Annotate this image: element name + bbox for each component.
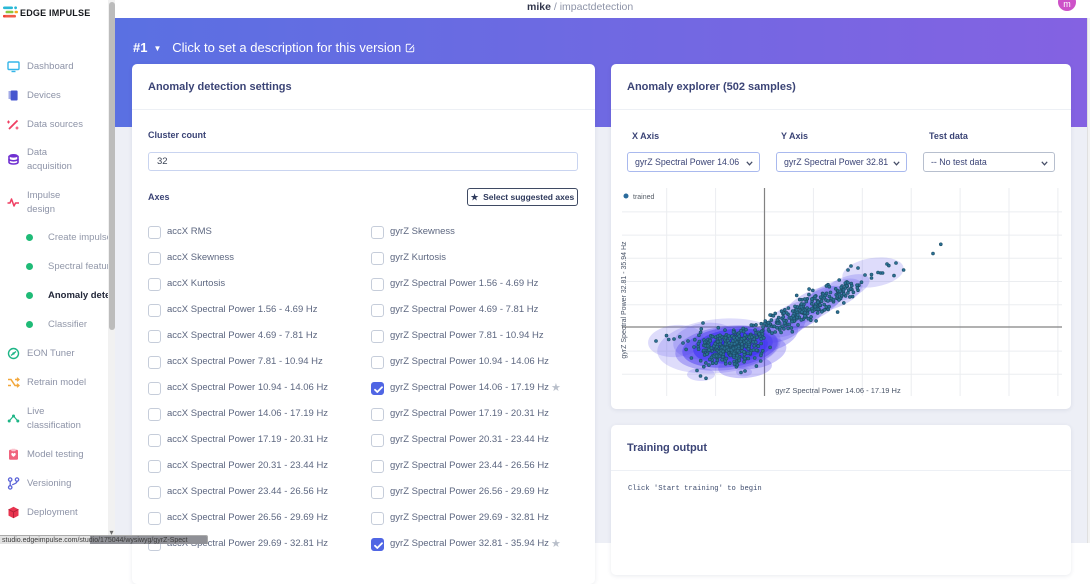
svg-text:trained: trained (633, 194, 655, 201)
svg-text:gyrZ Spectral Power 32.81 - 35: gyrZ Spectral Power 32.81 - 35.94 Hz (621, 241, 628, 359)
svg-text:gyrZ Spectral Power 14.06 - 17: gyrZ Spectral Power 14.06 - 17.19 Hz (775, 386, 901, 395)
